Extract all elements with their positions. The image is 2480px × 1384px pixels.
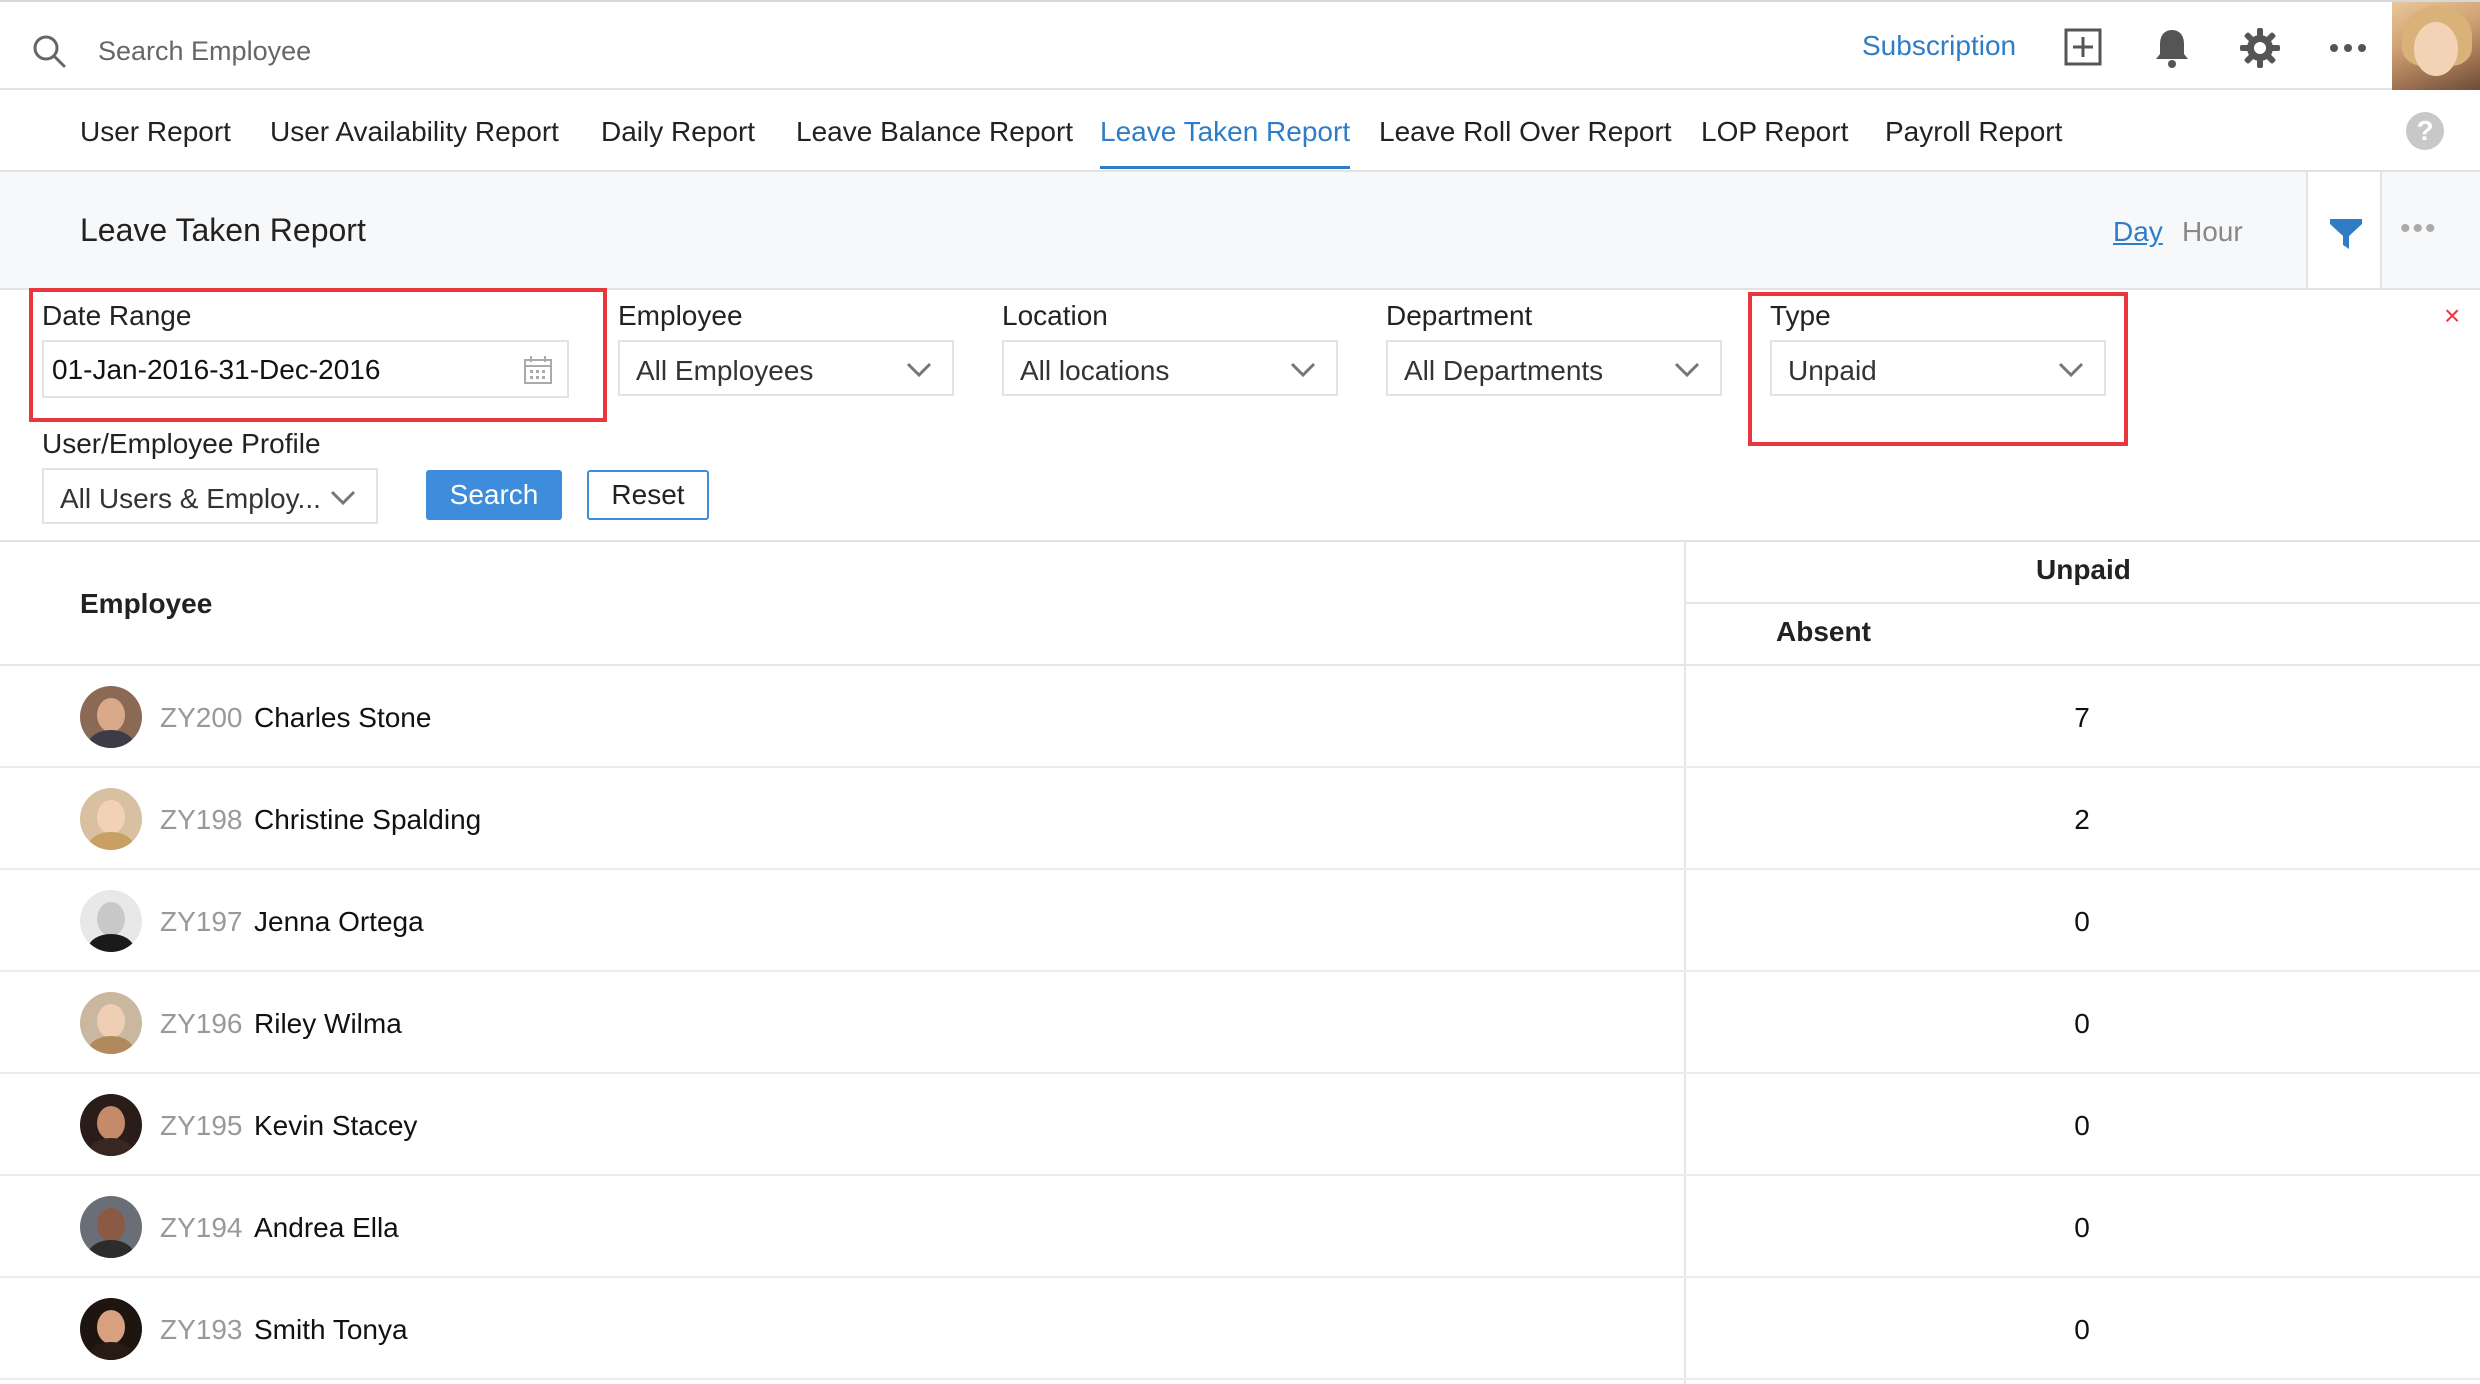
employee-id: ZY196 bbox=[160, 1008, 243, 1039]
table-row[interactable]: ZY197 Jenna Ortega 0 bbox=[0, 870, 2480, 972]
unpaid-group-header: Unpaid bbox=[2036, 554, 2131, 585]
chevron-down-icon bbox=[1290, 362, 1316, 378]
header-divider bbox=[1686, 602, 2480, 604]
avatar bbox=[80, 992, 142, 1054]
department-select[interactable]: All Departments bbox=[1386, 340, 1722, 396]
employee-name[interactable]: Kevin Stacey bbox=[254, 1110, 417, 1142]
subscription-link[interactable]: Subscription bbox=[1862, 30, 2016, 62]
close-filter-icon[interactable]: × bbox=[2444, 300, 2460, 332]
absent-count: 0 bbox=[2074, 1008, 2090, 1039]
absent-count: 0 bbox=[2074, 906, 2090, 937]
employee-name[interactable]: Christine Spalding bbox=[254, 804, 481, 836]
tab-daily-report[interactable]: Daily Report bbox=[601, 116, 755, 166]
employee-name[interactable]: Smith Tonya bbox=[254, 1314, 408, 1346]
employee-id: ZY200 bbox=[160, 702, 243, 733]
date-range-value: 01-Jan-2016-31-Dec-2016 bbox=[52, 354, 381, 385]
department-filter-label: Department bbox=[1386, 300, 1533, 331]
profile-filter-label: User/Employee Profile bbox=[42, 428, 321, 459]
table-row[interactable]: ZY196 Riley Wilma 0 bbox=[0, 972, 2480, 1074]
location-select-value: All locations bbox=[1020, 355, 1170, 386]
employee-id: ZY194 bbox=[160, 1212, 243, 1243]
table-row[interactable]: ZY195 Kevin Stacey 0 bbox=[0, 1074, 2480, 1176]
user-avatar[interactable] bbox=[2392, 2, 2480, 90]
date-range-label: Date Range bbox=[42, 300, 192, 331]
date-range-input[interactable]: 01-Jan-2016-31-Dec-2016 bbox=[42, 340, 569, 398]
avatar bbox=[80, 890, 142, 952]
employee-name[interactable]: Charles Stone bbox=[254, 702, 431, 734]
avatar bbox=[80, 1196, 142, 1258]
profile-select-value: All Users & Employ... bbox=[60, 483, 321, 514]
search-icon[interactable] bbox=[32, 34, 66, 68]
reset-button[interactable]: Reset bbox=[587, 470, 709, 520]
tab-user-report[interactable]: User Report bbox=[80, 116, 231, 166]
header-more-icon[interactable]: ••• bbox=[2400, 212, 2438, 246]
avatar bbox=[80, 686, 142, 748]
table-row[interactable]: ZY193 Smith Tonya 0 bbox=[0, 1278, 2480, 1380]
absent-count: 0 bbox=[2074, 1212, 2090, 1243]
day-toggle[interactable]: Day bbox=[2113, 216, 2163, 248]
tab-leave-taken-report[interactable]: Leave Taken Report bbox=[1100, 116, 1351, 169]
search-button[interactable]: Search bbox=[426, 470, 562, 520]
employee-column-header: Employee bbox=[80, 588, 213, 619]
help-icon[interactable]: ? bbox=[2406, 112, 2444, 150]
type-select-value: Unpaid bbox=[1788, 355, 1877, 386]
profile-select[interactable]: All Users & Employ... bbox=[42, 468, 378, 524]
filter-panel: Date Range 01-Jan-2016-31-Dec-2016 Emplo… bbox=[0, 288, 2480, 542]
filter-icon bbox=[2330, 219, 2362, 249]
table-row[interactable]: ZY198 Christine Spalding 2 bbox=[0, 768, 2480, 870]
location-filter-label: Location bbox=[1002, 300, 1108, 331]
add-icon[interactable] bbox=[2062, 26, 2106, 70]
table-row[interactable]: ZY194 Andrea Ella 0 bbox=[0, 1176, 2480, 1278]
chevron-down-icon bbox=[330, 490, 356, 506]
absent-count: 2 bbox=[2074, 804, 2090, 835]
department-select-value: All Departments bbox=[1404, 355, 1604, 386]
chevron-down-icon bbox=[1674, 362, 1700, 378]
employee-id: ZY198 bbox=[160, 804, 243, 835]
absent-column-header: Absent bbox=[1776, 616, 1871, 647]
absent-count: 0 bbox=[2074, 1110, 2090, 1141]
top-bar: Subscription bbox=[0, 0, 2480, 90]
tab-lop-report[interactable]: LOP Report bbox=[1701, 116, 1848, 166]
filter-button[interactable] bbox=[2306, 172, 2382, 288]
employee-name[interactable]: Jenna Ortega bbox=[254, 906, 424, 938]
absent-count: 7 bbox=[2074, 702, 2090, 733]
employee-select[interactable]: All Employees bbox=[618, 340, 954, 396]
hour-toggle[interactable]: Hour bbox=[2182, 216, 2243, 248]
type-select[interactable]: Unpaid bbox=[1770, 340, 2106, 396]
employee-name[interactable]: Riley Wilma bbox=[254, 1008, 402, 1040]
page-header: Leave Taken Report Day Hour ••• bbox=[0, 172, 2480, 290]
avatar bbox=[80, 788, 142, 850]
avatar bbox=[80, 1094, 142, 1156]
report-tabs: User Report User Availability Report Dai… bbox=[0, 90, 2480, 172]
employee-select-value: All Employees bbox=[636, 355, 814, 386]
tab-leave-balance-report[interactable]: Leave Balance Report bbox=[796, 116, 1073, 166]
search-employee-input[interactable] bbox=[96, 30, 600, 72]
location-select[interactable]: All locations bbox=[1002, 340, 1338, 396]
absent-count: 0 bbox=[2074, 1314, 2090, 1345]
tab-user-availability-report[interactable]: User Availability Report bbox=[270, 116, 559, 166]
employee-id: ZY195 bbox=[160, 1110, 243, 1141]
employee-id: ZY197 bbox=[160, 906, 243, 937]
tab-payroll-report[interactable]: Payroll Report bbox=[1885, 116, 2062, 166]
chevron-down-icon bbox=[2058, 362, 2084, 378]
employee-name[interactable]: Andrea Ella bbox=[254, 1212, 399, 1244]
employee-id: ZY193 bbox=[160, 1314, 243, 1345]
more-icon[interactable] bbox=[2326, 26, 2370, 70]
leave-taken-table: Employee Unpaid Absent ZY200 Charles Sto… bbox=[0, 542, 2480, 1384]
page-title: Leave Taken Report bbox=[80, 212, 366, 248]
chevron-down-icon bbox=[906, 362, 932, 378]
table-row[interactable]: ZY200 Charles Stone 7 bbox=[0, 666, 2480, 768]
tab-leave-roll-over-report[interactable]: Leave Roll Over Report bbox=[1379, 116, 1672, 166]
avatar bbox=[80, 1298, 142, 1360]
employee-filter-label: Employee bbox=[618, 300, 743, 331]
calendar-icon[interactable] bbox=[522, 354, 554, 386]
bell-icon[interactable] bbox=[2150, 26, 2194, 70]
type-filter-label: Type bbox=[1770, 300, 1831, 331]
gear-icon[interactable] bbox=[2238, 26, 2282, 70]
